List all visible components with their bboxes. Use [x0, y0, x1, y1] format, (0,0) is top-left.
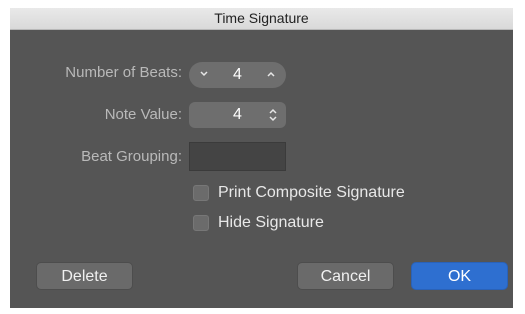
print-composite-checkbox[interactable]	[193, 185, 209, 201]
chevron-down-icon[interactable]	[198, 67, 210, 86]
hide-signature-checkbox[interactable]	[193, 215, 209, 231]
up-down-arrows-icon	[267, 106, 279, 129]
number-of-beats-stepper[interactable]: 4	[189, 62, 286, 88]
note-value-popup[interactable]: 4	[189, 102, 286, 128]
beats-value: 4	[233, 66, 242, 83]
delete-button[interactable]: Delete	[36, 262, 133, 290]
beat-grouping-label: Beat Grouping:	[81, 148, 182, 165]
number-of-beats-label: Number of Beats:	[65, 64, 182, 81]
ok-button[interactable]: OK	[411, 262, 508, 290]
window-title: Time Signature	[10, 8, 513, 30]
note-value: 4	[233, 106, 242, 123]
chevron-up-icon[interactable]	[265, 67, 277, 86]
note-value-label: Note Value:	[104, 106, 182, 123]
hide-signature-label[interactable]: Hide Signature	[218, 214, 324, 232]
time-signature-dialog: Time Signature Number of Beats: 4 Note V…	[10, 8, 513, 308]
cancel-button[interactable]: Cancel	[297, 262, 394, 290]
beat-grouping-field[interactable]	[189, 142, 286, 171]
print-composite-label[interactable]: Print Composite Signature	[218, 184, 405, 202]
